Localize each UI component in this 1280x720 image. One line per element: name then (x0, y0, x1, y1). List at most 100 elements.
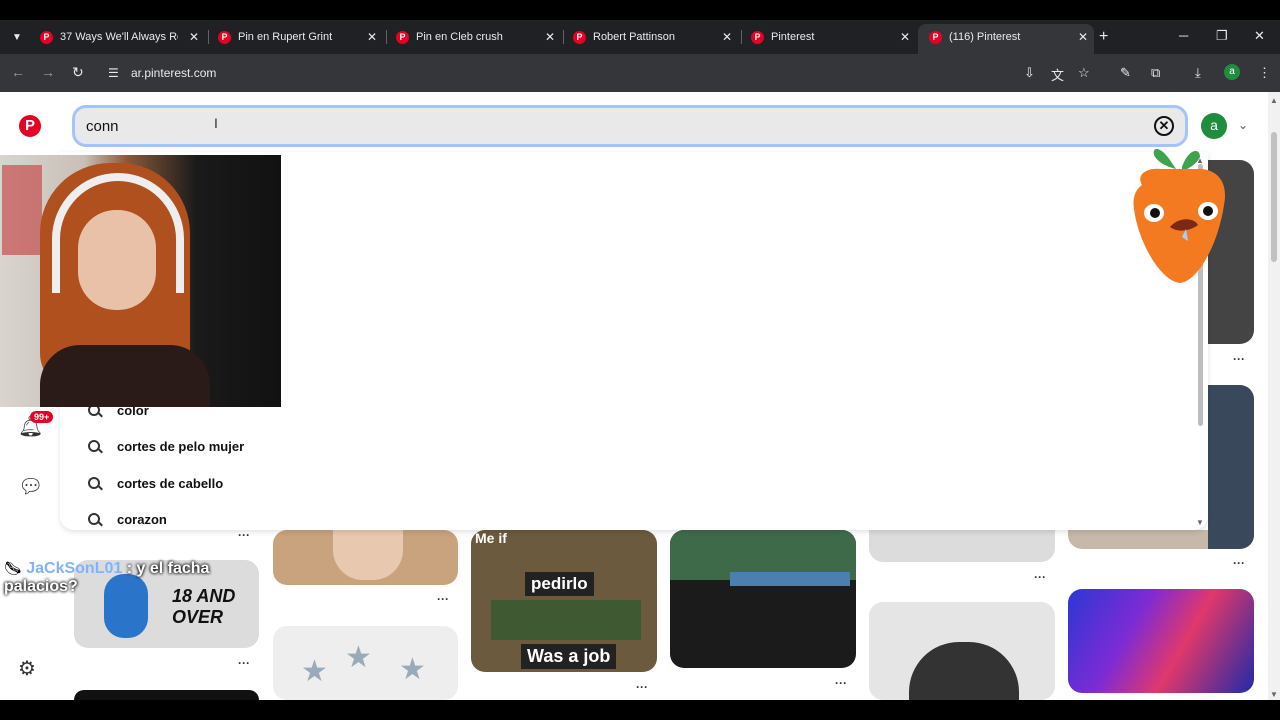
translate-icon[interactable]: 文 (1051, 65, 1064, 84)
tab-5[interactable]: P Pinterest ✕ (751, 26, 913, 48)
settings-gear-icon[interactable]: ⚙ (18, 656, 36, 681)
search-query-text[interactable]: conn (86, 118, 119, 135)
tab-close-icon[interactable]: ✕ (1075, 30, 1091, 44)
money-image (491, 600, 641, 640)
page-scroll-down-icon[interactable]: ▼ (1270, 690, 1278, 699)
chat-username: JaCkSonL01 (26, 560, 123, 577)
pinterest-logo-icon[interactable]: P (19, 115, 41, 137)
text-cursor-icon: I (214, 115, 218, 131)
pin-card-meme[interactable]: Me if pedirlo Was a job (471, 530, 657, 672)
tab-close-icon[interactable]: ✕ (897, 30, 913, 44)
pin-card-portrait[interactable] (273, 530, 458, 585)
page-scroll-up-icon[interactable]: ▲ (1270, 96, 1278, 105)
pin-more-icon[interactable]: ··· (437, 592, 449, 606)
address-bar[interactable] (102, 59, 1102, 87)
pin-more-icon[interactable]: ··· (238, 656, 250, 670)
search-icon (88, 440, 100, 452)
star-icon: ★ (301, 655, 328, 688)
new-tab-button[interactable]: + (1099, 28, 1108, 46)
tab-3[interactable]: P Pin en Cleb crush ✕ (396, 26, 558, 48)
game-hotbar (730, 572, 850, 586)
carrot-mascot-overlay (1133, 148, 1226, 283)
tab-title: (116) Pinterest (949, 31, 1021, 43)
search-icon (88, 477, 100, 489)
minimize-icon[interactable]: ─ (1179, 28, 1188, 43)
pin-card-game[interactable] (670, 530, 856, 668)
downloads-icon[interactable]: ⤓ (1195, 65, 1201, 81)
tab-title: Pin en Cleb crush (416, 31, 503, 43)
tab-title: 37 Ways We'll Always Rem (60, 31, 178, 43)
stream-chat-overlay: 🌭︎ JaCkSonL01 : y el facha palacios? (4, 560, 264, 596)
browser-menu-icon[interactable]: ⋮ (1258, 65, 1271, 81)
bottom-letterbox (0, 700, 1280, 720)
webcam-overlay (0, 155, 281, 407)
scroll-down-arrow-icon[interactable]: ▼ (1196, 518, 1204, 527)
tab-1[interactable]: P 37 Ways We'll Always Rem ✕ (40, 26, 202, 48)
forward-icon[interactable]: → (41, 64, 55, 80)
messages-icon[interactable]: 💬︎ (18, 474, 43, 499)
site-info-icon[interactable]: ☰ (108, 66, 119, 80)
pin-more-icon[interactable]: ··· (835, 676, 847, 690)
account-avatar[interactable]: a (1201, 113, 1227, 139)
tab-close-icon[interactable]: ✕ (186, 30, 202, 44)
tab-separator (563, 30, 564, 44)
pinterest-favicon-icon: P (751, 30, 764, 44)
install-app-icon[interactable]: ⇩ (1024, 65, 1035, 81)
hair-image (909, 642, 1019, 700)
restore-icon[interactable]: ❐ (1216, 28, 1228, 44)
tab-2[interactable]: P Pin en Rupert Grint ✕ (218, 26, 380, 48)
tab-title: Robert Pattinson (593, 31, 675, 43)
tab-close-icon[interactable]: ✕ (364, 30, 380, 44)
back-icon[interactable]: ← (11, 64, 25, 80)
notifications-badge: 99+ (30, 411, 54, 423)
pinterest-favicon-icon: P (396, 30, 409, 44)
bookmark-star-icon[interactable]: ☆ (1078, 65, 1090, 81)
extensions-puzzle-icon[interactable]: ⧉ (1151, 65, 1160, 81)
account-chevron-down-icon[interactable]: ⌄ (1238, 118, 1248, 132)
pinterest-favicon-icon: P (40, 30, 53, 44)
pin-more-icon[interactable]: ··· (636, 680, 648, 694)
pin-more-icon[interactable]: ··· (238, 528, 250, 542)
pin-more-icon[interactable]: ··· (1034, 570, 1046, 584)
tab-4[interactable]: P Robert Pattinson ✕ (573, 26, 735, 48)
clear-search-button[interactable]: ✕ (1154, 116, 1174, 136)
meme-bottom-text: Was a job (521, 644, 617, 669)
tab-separator (741, 30, 742, 44)
pin-card-gray[interactable] (869, 530, 1055, 562)
search-icon (88, 513, 100, 525)
suggestion-text: corazon (117, 511, 167, 527)
tab-6-active[interactable]: P (116) Pinterest ✕ (929, 26, 1091, 48)
page-scrollbar[interactable] (1268, 92, 1280, 700)
pin-card-right-mid[interactable] (1208, 385, 1254, 549)
face-image (333, 530, 403, 580)
tab-separator (208, 30, 209, 44)
extension-translate-icon[interactable]: ✎ (1120, 65, 1131, 81)
suggestion-item[interactable]: corazon (88, 509, 167, 529)
pinterest-favicon-icon: P (218, 30, 231, 44)
tab-search-chevron-icon[interactable]: ▼ (6, 27, 28, 49)
browser-profile-avatar[interactable]: a (1224, 64, 1240, 80)
close-window-icon[interactable]: ✕ (1254, 28, 1265, 44)
suggestion-text: cortes de cabello (117, 475, 224, 491)
tab-separator (386, 30, 387, 44)
pinterest-favicon-icon: P (573, 30, 586, 44)
search-input[interactable] (72, 105, 1188, 147)
page-scroll-thumb[interactable] (1271, 132, 1277, 262)
url-text[interactable]: ar.pinterest.com (131, 66, 216, 80)
tab-close-icon[interactable]: ✕ (542, 30, 558, 44)
headset-image (52, 173, 184, 293)
pin-more-icon[interactable]: ··· (1233, 352, 1245, 366)
meme-mid-text: pedirlo (525, 572, 594, 596)
pin-card-stars[interactable]: ★ ★ ★ (273, 626, 458, 700)
star-icon: ★ (345, 641, 372, 674)
pin-more-icon[interactable]: ··· (1233, 556, 1245, 570)
pinterest-favicon-icon: P (929, 30, 942, 44)
tab-close-icon[interactable]: ✕ (719, 30, 735, 44)
pin-card-dark[interactable] (74, 690, 259, 700)
suggestion-item[interactable]: cortes de cabello (88, 473, 223, 493)
suggestion-item[interactable]: cortes de pelo mujer (88, 436, 244, 456)
pin-card-abstract[interactable] (1068, 589, 1254, 693)
star-icon: ★ (399, 653, 426, 686)
reload-icon[interactable]: ↻ (72, 64, 84, 81)
pin-card-hair[interactable] (869, 602, 1055, 700)
